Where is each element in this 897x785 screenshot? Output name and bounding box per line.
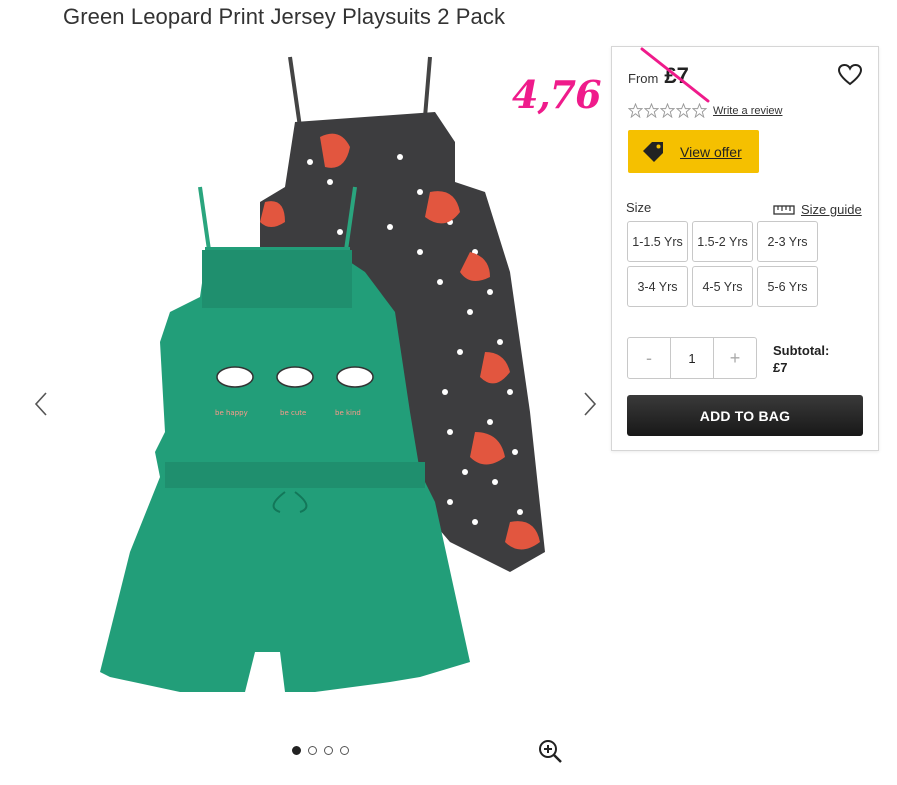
add-to-bag-button[interactable]: ADD TO BAG: [627, 395, 863, 436]
quantity-stepper: - +: [627, 337, 757, 379]
view-offer-label: View offer: [680, 143, 742, 160]
size-guide-link[interactable]: Size guide: [773, 202, 862, 217]
quantity-increase-button[interactable]: +: [714, 338, 756, 378]
handwritten-price-note: 4,76: [512, 72, 602, 117]
gallery-dot[interactable]: [340, 746, 349, 755]
chevron-right-icon: [584, 392, 597, 416]
star-icon: [692, 103, 707, 118]
size-option[interactable]: 1.5-2 Yrs: [692, 221, 753, 262]
subtotal-value: £7: [773, 360, 788, 375]
tag-icon: [643, 141, 663, 162]
size-options: 1-1.5 Yrs 1.5-2 Yrs 2-3 Yrs 3-4 Yrs 4-5 …: [627, 221, 818, 307]
write-review-link[interactable]: Write a review: [713, 105, 782, 117]
star-rating: [628, 103, 707, 118]
heart-icon[interactable]: [837, 63, 863, 87]
gallery-prev-button[interactable]: [29, 386, 53, 422]
zoom-in-icon[interactable]: [537, 738, 563, 764]
gallery-next-button[interactable]: [578, 386, 602, 422]
star-icon: [660, 103, 675, 118]
star-icon: [628, 103, 643, 118]
purchase-panel: From £7 Write a review View offer Size S…: [611, 46, 879, 451]
size-label: Size: [626, 200, 652, 215]
product-title: Green Leopard Print Jersey Playsuits 2 P…: [63, 4, 506, 29]
chevron-left-icon: [34, 392, 47, 416]
gallery-dot[interactable]: [324, 746, 333, 755]
rating-row: Write a review: [628, 103, 782, 118]
price-from-label: From: [628, 71, 659, 86]
quantity-input[interactable]: [670, 338, 714, 378]
svg-text:be cute: be cute: [280, 409, 306, 417]
price-row: From £7: [628, 63, 689, 89]
subtotal-label: Subtotal:: [773, 343, 830, 358]
view-offer-button[interactable]: View offer: [628, 130, 759, 173]
quantity-decrease-button[interactable]: -: [628, 338, 670, 378]
svg-text:be kind: be kind: [335, 409, 361, 417]
size-option[interactable]: 5-6 Yrs: [757, 266, 818, 307]
star-icon: [644, 103, 659, 118]
gallery-dot[interactable]: [308, 746, 317, 755]
size-option[interactable]: 4-5 Yrs: [692, 266, 753, 307]
gallery-dot[interactable]: [292, 746, 301, 755]
ruler-icon: [773, 204, 795, 215]
svg-text:be happy: be happy: [215, 409, 248, 417]
star-icon: [676, 103, 691, 118]
size-guide-label: Size guide: [801, 202, 862, 217]
product-image[interactable]: be happy be cute be kind: [90, 52, 570, 732]
size-option[interactable]: 2-3 Yrs: [757, 221, 818, 262]
subtotal: Subtotal: £7: [773, 342, 829, 376]
size-option[interactable]: 1-1.5 Yrs: [627, 221, 688, 262]
gallery-dots: [292, 746, 349, 755]
price-value: £7: [664, 63, 689, 88]
product-gallery: be happy be cute be kind: [20, 40, 610, 780]
size-option[interactable]: 3-4 Yrs: [627, 266, 688, 307]
